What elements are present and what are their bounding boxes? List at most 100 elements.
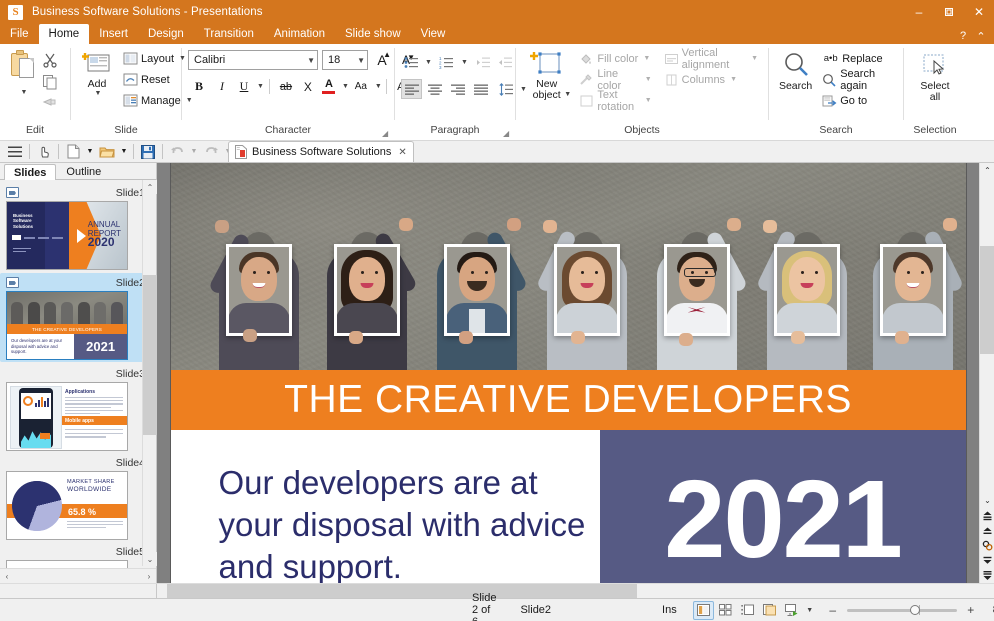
- font-color-button[interactable]: A: [319, 76, 339, 97]
- slide-panel-tab-slides[interactable]: Slides: [4, 164, 56, 180]
- go-to-button[interactable]: Go to: [818, 90, 897, 111]
- line-color-button[interactable]: Line color ▼: [575, 69, 655, 90]
- search-button[interactable]: Search: [775, 48, 816, 95]
- paste-dropdown-caret[interactable]: ▼: [21, 89, 28, 96]
- tab-insert[interactable]: Insert: [89, 24, 138, 44]
- font-color-caret[interactable]: ▼: [342, 83, 349, 90]
- underline-caret[interactable]: ▼: [257, 83, 264, 90]
- help-button[interactable]: ?: [954, 30, 972, 43]
- slide-panel-horizontal-scrollbar[interactable]: ‹ ›: [0, 568, 156, 583]
- view-options-caret[interactable]: ▼: [803, 607, 817, 614]
- change-case-caret[interactable]: ▼: [375, 83, 382, 90]
- document-tab[interactable]: Business Software Solutions ✕: [228, 141, 414, 162]
- slide-banner[interactable]: THE CREATIVE DEVELOPERS: [171, 370, 966, 430]
- italic-button[interactable]: I: [211, 76, 233, 97]
- slide-photo-image[interactable]: [171, 163, 966, 370]
- slide-thumbnail-1[interactable]: Slide1 Business Software Solutions: [0, 184, 156, 270]
- paragraph-dialog-launcher[interactable]: ◢: [503, 129, 512, 138]
- text-rotation-caret[interactable]: ▼: [645, 97, 652, 104]
- editor-vertical-scrollbar[interactable]: ⌃ ⌄: [979, 163, 994, 583]
- underline-button[interactable]: U: [234, 76, 254, 97]
- redo-button[interactable]: [200, 142, 222, 162]
- slide-panel-scroll-thumb[interactable]: [143, 275, 157, 435]
- slide-panel-scroll-left-button[interactable]: ‹: [0, 569, 14, 583]
- previous-slide-button[interactable]: [980, 523, 994, 538]
- bold-button[interactable]: B: [188, 76, 210, 97]
- change-case-button[interactable]: Aa: [350, 76, 372, 97]
- open-button[interactable]: [96, 142, 118, 162]
- transition-icon[interactable]: [6, 187, 19, 198]
- select-all-button[interactable]: Select all: [910, 50, 960, 106]
- slide-body-textbox[interactable]: Our developers are at your disposal with…: [171, 430, 600, 583]
- format-painter-icon[interactable]: [42, 96, 58, 110]
- columns-button[interactable]: Columns ▼: [660, 69, 762, 90]
- tab-slide-show[interactable]: Slide show: [335, 24, 411, 44]
- copy-icon[interactable]: [42, 74, 58, 90]
- vertical-alignment-button[interactable]: Vertical alignment ▼: [660, 48, 762, 69]
- slide-thumbnail-2[interactable]: Slide2 THE CREATIVE DE: [0, 273, 156, 362]
- slide-thumbnail-5[interactable]: Slide5 PRODUCTS / SUBSCRIPTION: [0, 543, 156, 568]
- font-size-caret[interactable]: ▼: [357, 56, 365, 65]
- slide-panel-tab-outline[interactable]: Outline: [56, 163, 111, 179]
- slide-thumbnail-2-preview[interactable]: THE CREATIVE DEVELOPERS Our developers a…: [6, 291, 128, 360]
- new-object-caret[interactable]: ▼: [564, 91, 571, 98]
- cut-icon[interactable]: [42, 52, 58, 68]
- editor-horizontal-scrollbar[interactable]: [157, 584, 994, 598]
- close-button[interactable]: ✕: [964, 0, 994, 24]
- font-size-combobox[interactable]: 18 ▼: [322, 50, 368, 70]
- collapse-ribbon-button[interactable]: ⌃: [972, 30, 990, 43]
- grow-font-button[interactable]: A ▲: [372, 52, 392, 68]
- editor-scroll-up-button[interactable]: ⌃: [980, 163, 994, 178]
- strikethrough-button[interactable]: ab: [275, 76, 297, 97]
- status-insert-mode[interactable]: Ins: [658, 604, 681, 616]
- fill-color-button[interactable]: Fill color ▼: [575, 48, 655, 69]
- slide-thumbnail-4[interactable]: Slide4 65.8% MARKET SHARE WORLDWIDE 65.8…: [0, 454, 156, 540]
- transition-icon[interactable]: [6, 277, 19, 288]
- next-slide-button[interactable]: [980, 553, 994, 568]
- align-justify-button[interactable]: [470, 79, 491, 99]
- touch-mode-button[interactable]: [33, 142, 55, 162]
- slide-thumbnail-list[interactable]: Slide1 Business Software Solutions: [0, 180, 156, 568]
- vertical-alignment-caret[interactable]: ▼: [751, 55, 758, 62]
- line-spacing-button[interactable]: [496, 79, 516, 99]
- notes-view-button[interactable]: [759, 601, 780, 620]
- paste-icon[interactable]: [9, 50, 37, 80]
- replace-button[interactable]: a•b Replace: [818, 48, 897, 69]
- minimize-button[interactable]: –: [904, 0, 934, 24]
- select-browse-object-button[interactable]: [980, 538, 994, 553]
- bullet-list-button[interactable]: [401, 52, 421, 72]
- add-slide-caret[interactable]: ▼: [95, 90, 102, 97]
- fill-color-caret[interactable]: ▼: [643, 55, 650, 62]
- slide-canvas[interactable]: THE CREATIVE DEVELOPERS Our developers a…: [171, 163, 966, 583]
- zoom-out-button[interactable]: –: [827, 603, 839, 617]
- maximize-button[interactable]: [934, 0, 964, 24]
- tab-file[interactable]: File: [0, 24, 39, 44]
- font-name-combobox[interactable]: Calibri ▼: [188, 50, 318, 70]
- slide-sorter-view-button[interactable]: [715, 601, 736, 620]
- editor-hscroll-thumb[interactable]: [167, 584, 637, 599]
- slide-panel-scroll-down-button[interactable]: ⌄: [143, 552, 157, 566]
- undo-button[interactable]: [166, 142, 188, 162]
- slide-show-view-button[interactable]: [781, 601, 802, 620]
- slide-panel-scroll-right-button[interactable]: ›: [142, 569, 156, 583]
- new-document-caret[interactable]: ▼: [84, 142, 96, 162]
- save-button[interactable]: [137, 142, 159, 162]
- bullet-list-caret[interactable]: ▼: [425, 59, 432, 66]
- tab-design[interactable]: Design: [138, 24, 194, 44]
- add-slide-button[interactable]: Add ▼: [77, 48, 117, 100]
- align-center-button[interactable]: [424, 79, 445, 99]
- slide-thumbnail-5-preview[interactable]: PRODUCTS / SUBSCRIPTION: [6, 560, 128, 568]
- last-slide-button[interactable]: [980, 568, 994, 583]
- outline-view-button[interactable]: [737, 601, 758, 620]
- tab-view[interactable]: View: [411, 24, 456, 44]
- numbered-list-caret[interactable]: ▼: [461, 59, 468, 66]
- slide-thumbnail-1-preview[interactable]: Business Software Solutions ANNUAL REPOR: [6, 201, 128, 270]
- tab-home[interactable]: Home: [39, 24, 90, 44]
- numbered-list-button[interactable]: 123: [437, 52, 457, 72]
- slide-thumbnail-3-preview[interactable]: Applications Mobile apps: [6, 382, 128, 451]
- font-name-caret[interactable]: ▼: [307, 56, 315, 65]
- decrease-indent-button[interactable]: [496, 52, 516, 72]
- tab-animation[interactable]: Animation: [264, 24, 335, 44]
- zo om-slider[interactable]: [847, 609, 957, 612]
- character-dialog-launcher[interactable]: ◢: [382, 129, 391, 138]
